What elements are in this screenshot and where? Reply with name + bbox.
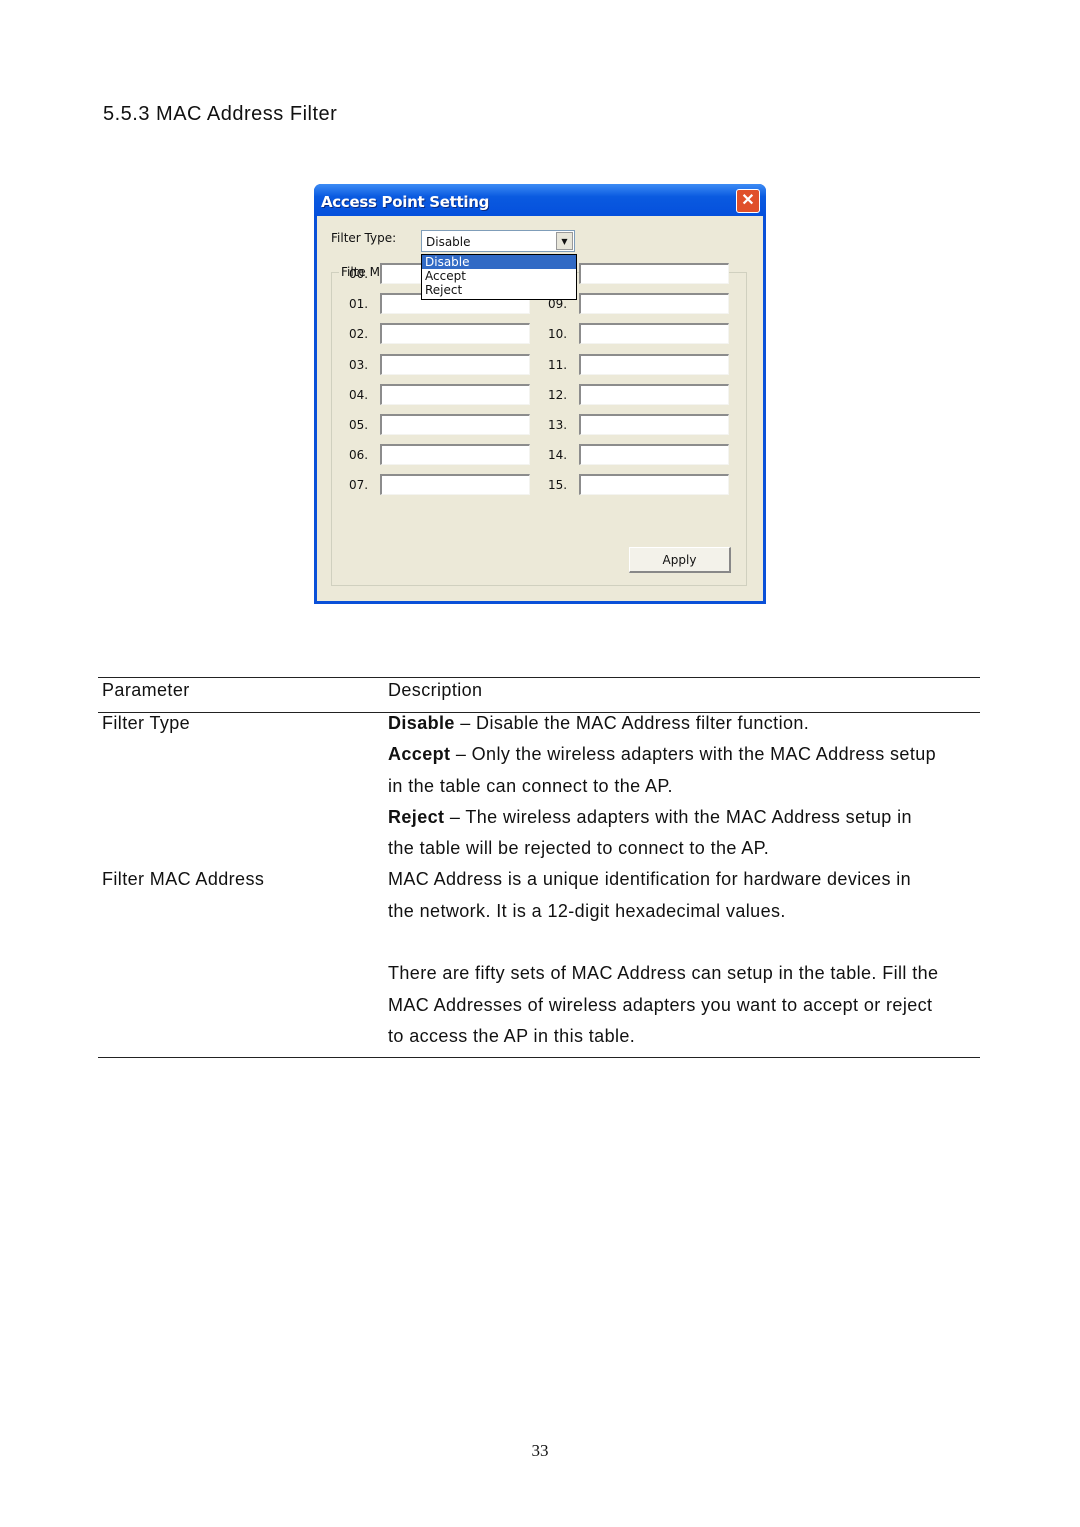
mac-row-label: 06. bbox=[349, 448, 369, 462]
mac-row-label: 07. bbox=[349, 478, 369, 492]
description-line: to access the AP in this table. bbox=[388, 1026, 635, 1047]
mac-row-label: 10. bbox=[548, 327, 568, 341]
mac-row-label: 14. bbox=[548, 448, 568, 462]
option-name: Disable bbox=[388, 713, 455, 733]
description-line: Disable – Disable the MAC Address filter… bbox=[388, 713, 809, 734]
description-text: the network. It is a 12-digit hexadecima… bbox=[388, 901, 786, 921]
description-line: the table will be rejected to connect to… bbox=[388, 838, 769, 859]
mac-address-input[interactable] bbox=[579, 293, 729, 314]
mac-address-input[interactable] bbox=[380, 474, 530, 495]
mac-address-input[interactable] bbox=[380, 323, 530, 344]
access-point-setting-dialog: Access Point Setting ✕ Filter Type: Disa… bbox=[314, 184, 766, 604]
description-line: in the table can connect to the AP. bbox=[388, 776, 673, 797]
mac-address-input[interactable] bbox=[380, 444, 530, 465]
dialog-title: Access Point Setting bbox=[321, 193, 490, 211]
option-disable[interactable]: Disable bbox=[422, 255, 576, 269]
dialog-body: Filter Type: Disable ▼ Disable Accept Re… bbox=[317, 216, 763, 601]
option-name: Accept bbox=[388, 744, 451, 764]
description-text: the table will be rejected to connect to… bbox=[388, 838, 770, 858]
mac-address-input[interactable] bbox=[579, 474, 729, 495]
mac-address-input[interactable] bbox=[579, 384, 729, 405]
option-accept[interactable]: Accept bbox=[422, 269, 576, 283]
description-line: There are fifty sets of MAC Address can … bbox=[388, 963, 938, 984]
description-text: MAC Addresses of wireless adapters you w… bbox=[388, 995, 933, 1015]
filter-type-dropdown: Disable Accept Reject bbox=[421, 254, 577, 300]
description-line: Accept – Only the wireless adapters with… bbox=[388, 744, 936, 765]
mac-row-label: 13. bbox=[548, 418, 568, 432]
mac-address-input[interactable] bbox=[380, 354, 530, 375]
filter-type-select[interactable]: Disable ▼ bbox=[421, 230, 575, 252]
section-heading: 5.5.3 MAC Address Filter bbox=[103, 103, 338, 125]
mac-address-input[interactable] bbox=[579, 354, 729, 375]
mac-row-label: 04. bbox=[349, 388, 369, 402]
description-text: – Only the wireless adapters with the MA… bbox=[450, 744, 937, 764]
mac-row-label: 05. bbox=[349, 418, 369, 432]
description-text: in the table can connect to the AP. bbox=[388, 776, 673, 796]
mac-address-input[interactable] bbox=[380, 384, 530, 405]
filter-type-value: Disable bbox=[426, 235, 471, 249]
header-parameter: Parameter bbox=[102, 680, 190, 700]
close-icon[interactable]: ✕ bbox=[736, 189, 760, 213]
param-cell: Filter Type bbox=[102, 713, 191, 733]
apply-button[interactable]: Apply bbox=[629, 547, 731, 573]
mac-address-input[interactable] bbox=[579, 263, 729, 284]
title-bar[interactable]: Access Point Setting ✕ bbox=[314, 184, 766, 216]
description-line: the network. It is a 12-digit hexadecima… bbox=[388, 901, 786, 922]
document-page: 5.5.3 MAC Address Filter Access Point Se… bbox=[0, 0, 1080, 1527]
mac-address-input[interactable] bbox=[579, 444, 729, 465]
mac-row-label: 12. bbox=[548, 388, 568, 402]
table-bottom-rule bbox=[98, 1057, 980, 1058]
description-text: There are fifty sets of MAC Address can … bbox=[388, 963, 939, 983]
description-line: MAC Addresses of wireless adapters you w… bbox=[388, 995, 932, 1016]
mac-row-label: 00. bbox=[349, 267, 369, 281]
option-reject[interactable]: Reject bbox=[422, 283, 576, 297]
option-name: Reject bbox=[388, 807, 445, 827]
mac-address-input[interactable] bbox=[579, 323, 729, 344]
param-cell: Filter MAC Address bbox=[102, 869, 265, 889]
table-top-rule bbox=[98, 677, 980, 678]
header-description: Description bbox=[388, 680, 483, 700]
page-number: 33 bbox=[531, 1441, 549, 1460]
description-line: MAC Address is a unique identification f… bbox=[388, 869, 911, 890]
mac-address-input[interactable] bbox=[579, 414, 729, 435]
description-line: Reject – The wireless adapters with the … bbox=[388, 807, 912, 828]
description-text: MAC Address is a unique identification f… bbox=[388, 869, 912, 889]
mac-row-label: 15. bbox=[548, 478, 568, 492]
description-text: to access the AP in this table. bbox=[388, 1026, 636, 1046]
mac-row-label: 11. bbox=[548, 358, 568, 372]
mac-row-label: 02. bbox=[349, 327, 369, 341]
mac-address-input[interactable] bbox=[380, 414, 530, 435]
filter-type-label: Filter Type: bbox=[331, 231, 397, 245]
description-text: – The wireless adapters with the MAC Add… bbox=[444, 807, 912, 827]
chevron-down-icon[interactable]: ▼ bbox=[556, 232, 573, 250]
mac-row-label: 01. bbox=[349, 297, 369, 311]
mac-row-label: 03. bbox=[349, 358, 369, 372]
description-text: – Disable the MAC Address filter functio… bbox=[454, 713, 810, 733]
